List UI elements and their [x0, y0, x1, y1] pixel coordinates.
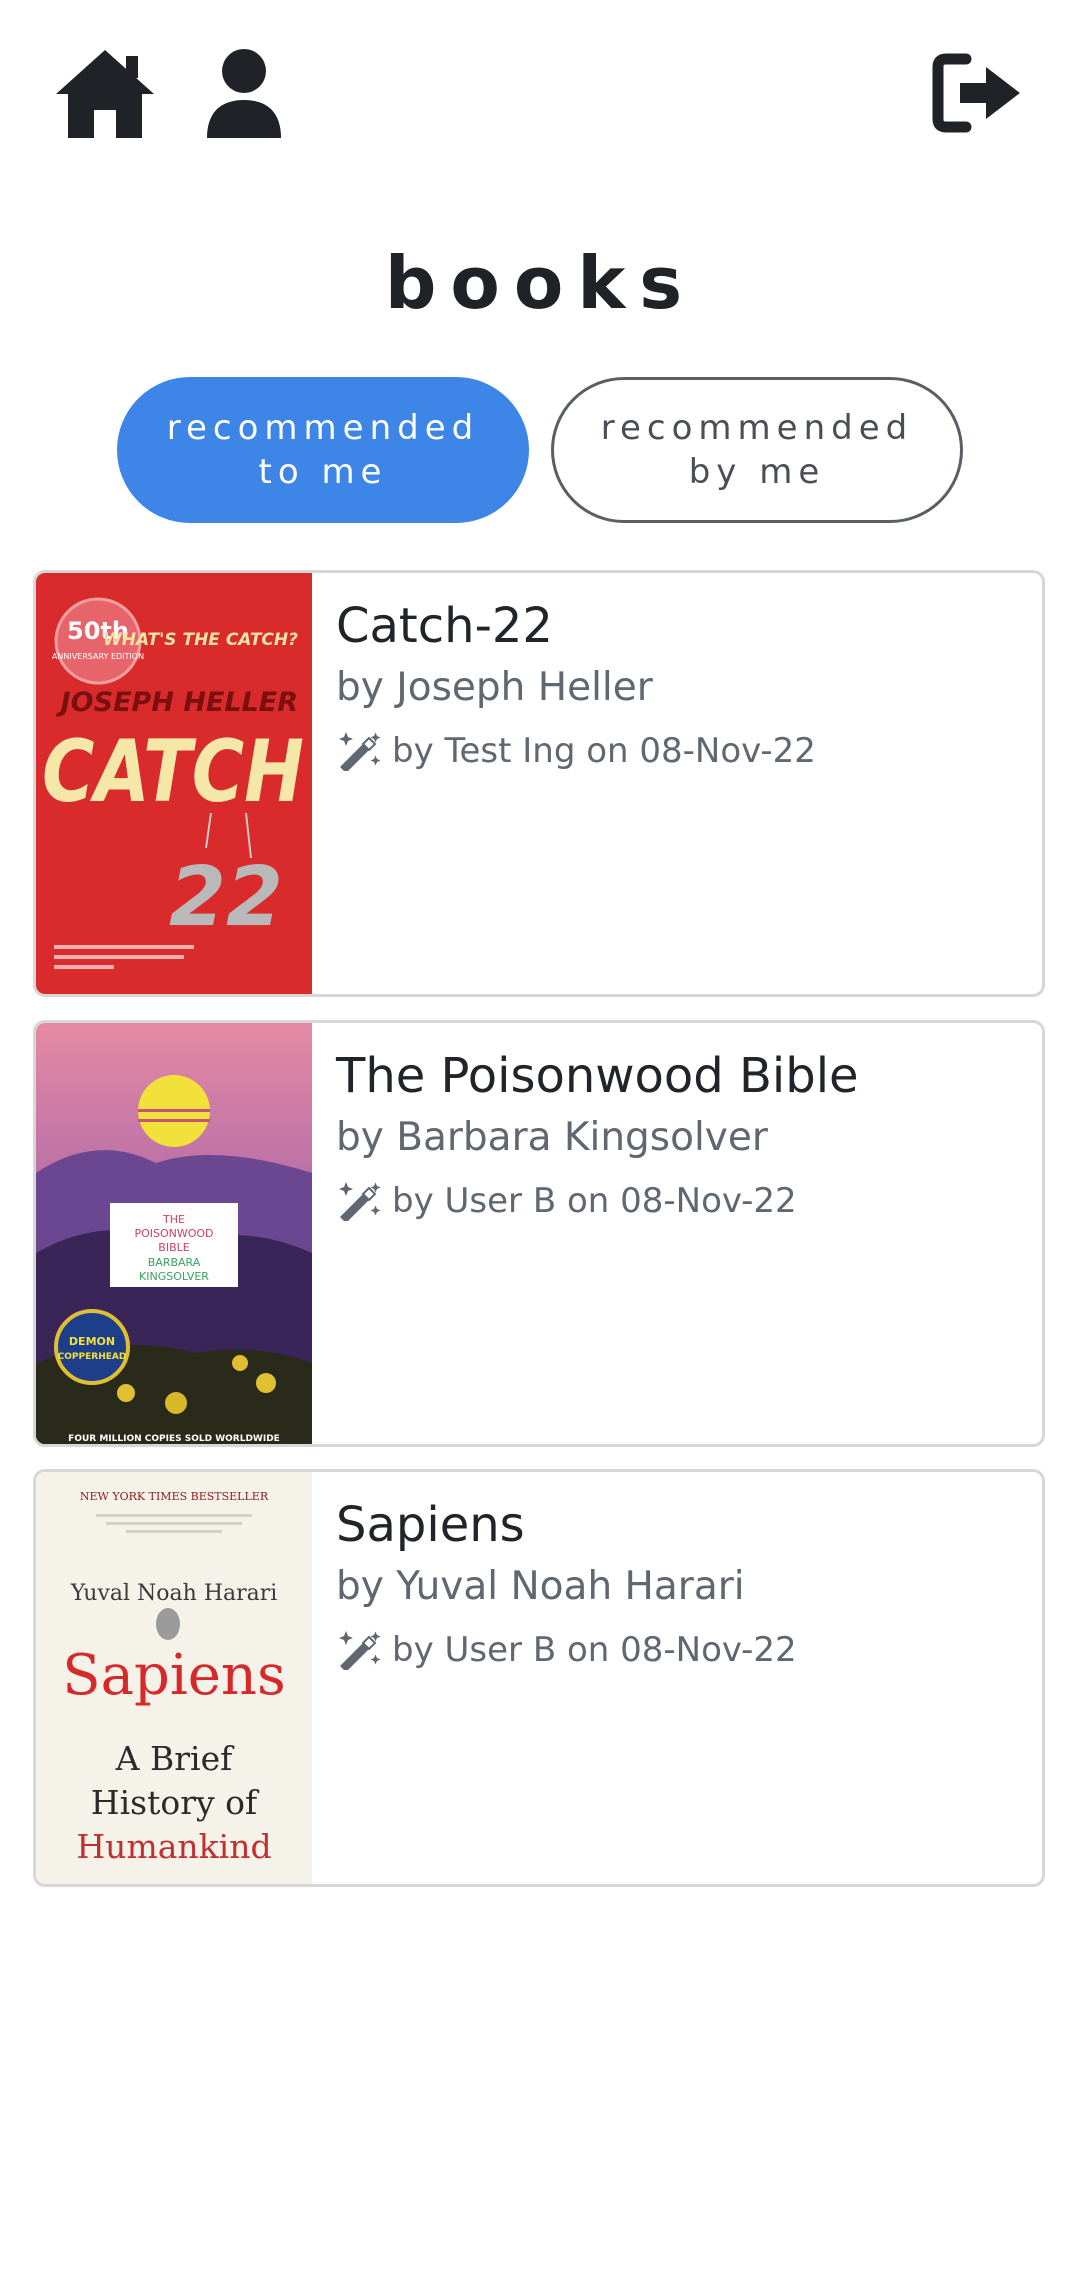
book-author: by Yuval Noah Harari: [336, 1564, 745, 1609]
book-cover: 50th ANNIVERSARY EDITION WHAT'S THE CATC…: [36, 573, 312, 994]
cover-header: NEW YORK TIMES BESTSELLER: [80, 1490, 269, 1503]
recommendation-info: by Test Ing on 08-Nov-22: [336, 731, 1022, 771]
sign-out-icon: [932, 53, 1020, 133]
magic-wand-icon: [339, 732, 381, 771]
book-author: by Barbara Kingsolver: [336, 1115, 768, 1160]
home-icon: [56, 50, 154, 138]
recommendation-text: by User B on 08-Nov-22: [392, 1630, 797, 1670]
recommendation-text: by User B on 08-Nov-22: [392, 1181, 797, 1221]
tab-recommended-to-me[interactable]: recommended to me: [117, 377, 529, 523]
cover-title: Sapiens: [62, 1643, 285, 1708]
recommendation-text: by Test Ing on 08-Nov-22: [392, 731, 816, 771]
tab-label-line1: recommended: [166, 408, 480, 448]
book-title: Catch-22: [336, 598, 553, 654]
book-cover: THE POISONWOOD BIBLE BARBARA KINGSOLVER …: [36, 1023, 312, 1444]
cover-author: Yuval Noah Harari: [70, 1581, 278, 1606]
cover-title: CATCH: [42, 722, 304, 822]
cover-number: 22: [169, 850, 283, 945]
tab-label-line2: by me: [688, 452, 826, 492]
cover-footer: FOUR MILLION COPIES SOLD WORLDWIDE: [68, 1434, 280, 1444]
page-title: books: [384, 241, 697, 325]
book-title: The Poisonwood Bible: [336, 1048, 859, 1104]
cover-subtitle-line: History of: [91, 1783, 260, 1822]
recommendation-info: by User B on 08-Nov-22: [336, 1181, 1022, 1221]
cover-title-line: BIBLE: [158, 1241, 189, 1254]
tab-label-line1: recommended: [600, 408, 914, 448]
cover-subtitle-line: Humankind: [76, 1827, 271, 1866]
logout-button[interactable]: [932, 53, 1024, 133]
book-card[interactable]: 50th ANNIVERSARY EDITION WHAT'S THE CATC…: [33, 570, 1045, 997]
cover-title-line: POISONWOOD: [134, 1227, 213, 1240]
book-card[interactable]: THE POISONWOOD BIBLE BARBARA KINGSOLVER …: [33, 1020, 1045, 1447]
book-author: by Joseph Heller: [336, 665, 653, 710]
magic-wand-icon: [339, 1182, 381, 1221]
magic-wand-icon: [339, 1631, 381, 1670]
user-icon: [207, 49, 281, 138]
tab-label-line2: to me: [258, 452, 388, 492]
cover-author: JOSEPH HELLER: [56, 687, 298, 718]
tab-recommended-by-me[interactable]: recommended by me: [551, 377, 963, 523]
cover-subtitle-line: A Brief: [115, 1739, 235, 1778]
cover-badge-line: COPPERHEAD: [58, 1352, 127, 1362]
book-cover: NEW YORK TIMES BESTSELLER Yuval Noah Har…: [36, 1472, 312, 1884]
cover-author-line: KINGSOLVER: [139, 1270, 209, 1283]
cover-tagline: WHAT'S THE CATCH?: [103, 630, 298, 650]
profile-button[interactable]: [205, 48, 283, 138]
cover-title-line: THE: [162, 1213, 185, 1226]
cover-author-line: BARBARA: [148, 1256, 201, 1269]
book-title: Sapiens: [336, 1497, 525, 1553]
cover-badge-text: ANNIVERSARY EDITION: [52, 652, 144, 661]
book-card[interactable]: NEW YORK TIMES BESTSELLER Yuval Noah Har…: [33, 1469, 1045, 1887]
recommendation-info: by User B on 08-Nov-22: [336, 1630, 1022, 1670]
home-button[interactable]: [54, 48, 156, 140]
cover-badge-line: DEMON: [69, 1335, 115, 1348]
